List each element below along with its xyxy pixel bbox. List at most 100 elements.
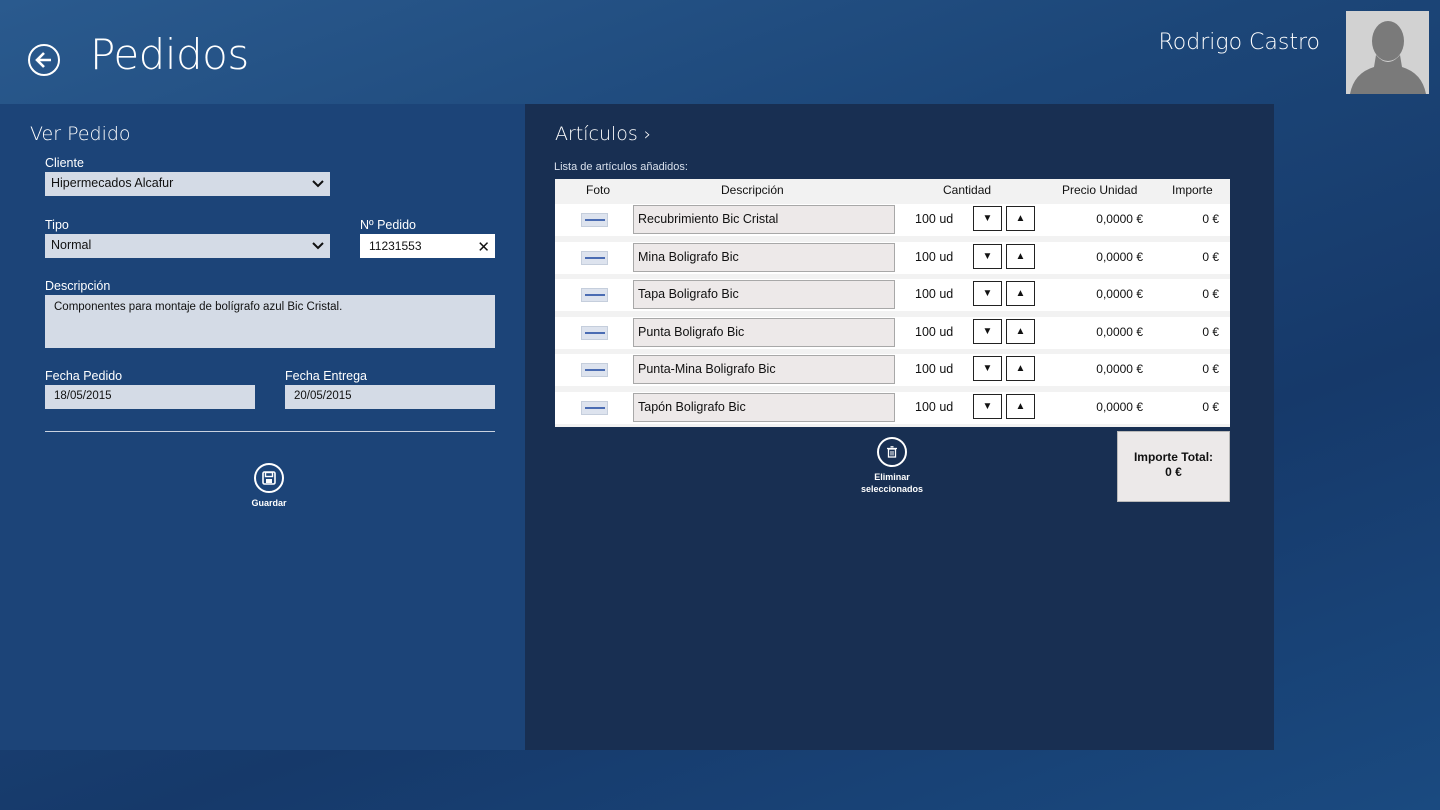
triangle-up-icon: ▲ xyxy=(1015,288,1026,299)
cliente-value: Hipermecados Alcafur xyxy=(51,176,174,190)
arrow-left-icon xyxy=(35,52,51,68)
increase-button[interactable]: ▲ xyxy=(1006,394,1035,419)
fecha-entrega-field[interactable]: 20/05/2015 xyxy=(285,385,495,409)
articles-panel: Artículos › Lista de artículos añadidos:… xyxy=(525,104,1274,750)
row-description[interactable]: Punta Boligrafo Bic xyxy=(633,318,895,347)
pedido-label: Nº Pedido xyxy=(360,218,416,232)
decrease-button[interactable]: ▼ xyxy=(973,244,1002,269)
fecha-entrega-label: Fecha Entrega xyxy=(285,369,367,383)
row-quantity: 100 ud xyxy=(915,325,954,339)
divider xyxy=(45,431,495,432)
section-title: Ver Pedido xyxy=(30,123,131,145)
decrease-button[interactable]: ▼ xyxy=(973,281,1002,306)
product-thumbnail xyxy=(581,326,608,340)
total-label: Importe Total: xyxy=(1133,450,1214,464)
delete-label-line1: Eliminar xyxy=(874,472,910,482)
table-row[interactable]: Recubrimiento Bic Cristal 100 ud ▼ ▲ 0,0… xyxy=(555,204,1230,236)
delete-label-line2: seleccionados xyxy=(860,484,924,494)
row-quantity: 100 ud xyxy=(915,400,954,414)
triangle-down-icon: ▼ xyxy=(982,213,993,224)
articles-title-link[interactable]: Artículos › xyxy=(555,123,651,145)
clear-icon[interactable]: ✕ xyxy=(477,238,490,256)
col-cantidad: Cantidad xyxy=(943,183,992,197)
table-row[interactable]: Tapón Boligrafo Bic 100 ud ▼ ▲ 0,0000 € … xyxy=(555,392,1230,424)
page-title: Pedidos xyxy=(90,30,249,79)
product-thumbnail xyxy=(581,401,608,415)
table-row[interactable]: Tapa Boligrafo Bic 100 ud ▼ ▲ 0,0000 € 0… xyxy=(555,279,1230,311)
delete-button-circle xyxy=(877,437,907,467)
row-description[interactable]: Punta-Mina Boligrafo Bic xyxy=(633,355,895,384)
pedido-value: 11231553 xyxy=(369,239,422,253)
save-button-circle xyxy=(254,463,284,493)
product-thumbnail xyxy=(581,288,608,302)
header: Pedidos Rodrigo Castro xyxy=(0,0,1440,104)
cliente-label: Cliente xyxy=(45,156,84,170)
row-amount: 0 € xyxy=(1202,400,1219,414)
increase-button[interactable]: ▲ xyxy=(1006,356,1035,381)
pedido-input[interactable]: 11231553 ✕ xyxy=(360,234,495,258)
triangle-up-icon: ▲ xyxy=(1015,213,1026,224)
row-quantity: 100 ud xyxy=(915,212,954,226)
trash-icon xyxy=(887,446,897,458)
col-precio: Precio Unidad xyxy=(1062,183,1138,197)
row-description[interactable]: Mina Boligrafo Bic xyxy=(633,243,895,272)
decrease-button[interactable]: ▼ xyxy=(973,356,1002,381)
chevron-down-icon xyxy=(312,242,324,250)
delete-selected-button[interactable]: Eliminar seleccionados xyxy=(852,437,932,495)
row-description[interactable]: Tapón Boligrafo Bic xyxy=(633,393,895,422)
articles-table: Foto Descripción Cantidad Precio Unidad … xyxy=(555,179,1230,427)
row-amount: 0 € xyxy=(1202,362,1219,376)
save-button[interactable]: Guardar xyxy=(239,463,299,509)
triangle-down-icon: ▼ xyxy=(982,326,993,337)
product-thumbnail xyxy=(581,251,608,265)
articles-title: Artículos xyxy=(555,123,638,145)
increase-button[interactable]: ▲ xyxy=(1006,244,1035,269)
back-button[interactable] xyxy=(28,44,60,76)
save-icon xyxy=(262,471,276,485)
avatar[interactable] xyxy=(1346,11,1429,94)
row-amount: 0 € xyxy=(1202,212,1219,226)
row-description[interactable]: Tapa Boligrafo Bic xyxy=(633,280,895,309)
triangle-up-icon: ▲ xyxy=(1015,401,1026,412)
product-thumbnail xyxy=(581,213,608,227)
table-row[interactable]: Punta Boligrafo Bic 100 ud ▼ ▲ 0,0000 € … xyxy=(555,317,1230,349)
delete-label: Eliminar seleccionados xyxy=(861,471,923,495)
triangle-down-icon: ▼ xyxy=(982,363,993,374)
row-amount: 0 € xyxy=(1202,325,1219,339)
row-quantity: 100 ud xyxy=(915,250,954,264)
row-description[interactable]: Recubrimiento Bic Cristal xyxy=(633,205,895,234)
table-row[interactable]: Mina Boligrafo Bic 100 ud ▼ ▲ 0,0000 € 0… xyxy=(555,242,1230,274)
increase-button[interactable]: ▲ xyxy=(1006,319,1035,344)
cliente-select[interactable]: Hipermecados Alcafur xyxy=(45,172,330,196)
col-descripcion: Descripción xyxy=(721,183,784,197)
list-label: Lista de artículos añadidos: xyxy=(554,161,688,173)
decrease-button[interactable]: ▼ xyxy=(973,394,1002,419)
table-row[interactable]: Punta-Mina Boligrafo Bic 100 ud ▼ ▲ 0,00… xyxy=(555,354,1230,386)
row-unit-price: 0,0000 € xyxy=(1096,325,1143,339)
total-box: Importe Total: 0 € xyxy=(1117,431,1230,502)
chevron-right-icon: › xyxy=(643,124,652,145)
bottom-bar xyxy=(0,750,1440,810)
total-value: 0 € xyxy=(1165,465,1182,479)
tipo-label: Tipo xyxy=(45,218,69,232)
chevron-down-icon xyxy=(312,180,324,188)
save-label: Guardar xyxy=(251,498,287,508)
increase-button[interactable]: ▲ xyxy=(1006,206,1035,231)
row-amount: 0 € xyxy=(1202,287,1219,301)
triangle-down-icon: ▼ xyxy=(982,251,993,262)
col-foto: Foto xyxy=(586,183,611,197)
decrease-button[interactable]: ▼ xyxy=(973,206,1002,231)
row-amount: 0 € xyxy=(1202,250,1219,264)
triangle-up-icon: ▲ xyxy=(1015,363,1026,374)
triangle-down-icon: ▼ xyxy=(982,401,993,412)
increase-button[interactable]: ▲ xyxy=(1006,281,1035,306)
triangle-down-icon: ▼ xyxy=(982,288,993,299)
descripcion-label: Descripción xyxy=(45,279,111,293)
fecha-pedido-field[interactable]: 18/05/2015 xyxy=(45,385,255,409)
tipo-select[interactable]: Normal xyxy=(45,234,330,258)
row-unit-price: 0,0000 € xyxy=(1096,212,1143,226)
descripcion-textarea[interactable]: Componentes para montaje de bolígrafo az… xyxy=(45,295,495,348)
table-header: Foto Descripción Cantidad Precio Unidad … xyxy=(555,179,1230,201)
decrease-button[interactable]: ▼ xyxy=(973,319,1002,344)
user-silhouette-icon xyxy=(1346,11,1429,94)
